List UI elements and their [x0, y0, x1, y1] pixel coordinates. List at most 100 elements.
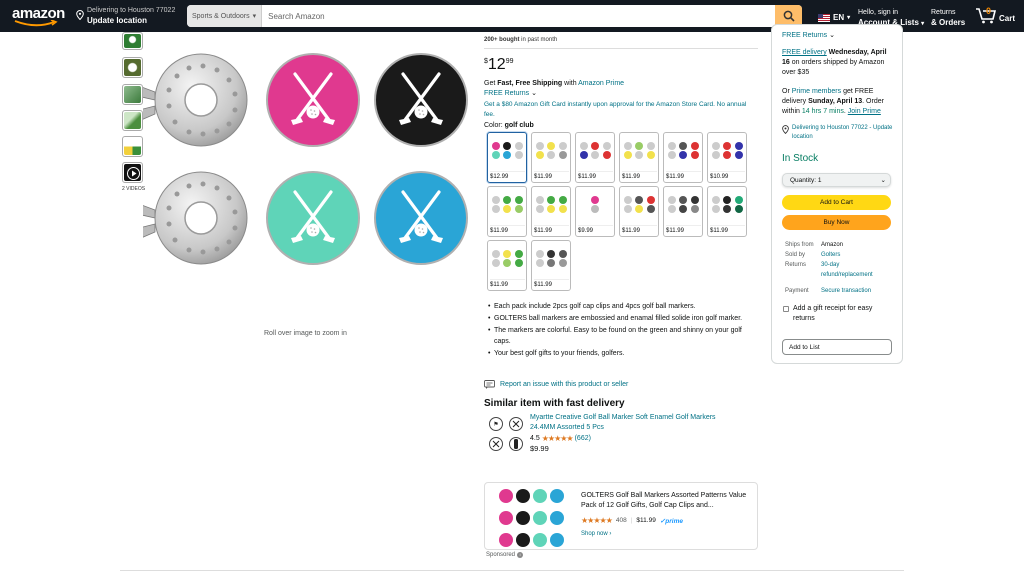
returns-orders[interactable]: Returns & Orders [931, 8, 965, 28]
caret-down-icon: ▾ [847, 15, 851, 21]
sponsored-title[interactable]: GOLTERS Golf Ball Markers Assorted Patte… [581, 491, 751, 511]
shop-now-link[interactable]: Shop now › [581, 531, 751, 537]
swatch-image [491, 245, 524, 271]
color-swatch[interactable]: $11.99 [487, 186, 527, 237]
star-rating-icon: ★★★★★ [581, 516, 613, 525]
cart-button[interactable]: 0 Cart [975, 6, 1015, 24]
payment-link[interactable]: Secure transaction [821, 286, 889, 296]
deliver-to-link[interactable]: Delivering to Houston 77022 - Update loc… [782, 124, 894, 142]
language-label: EN [833, 13, 845, 22]
deliver-line2: Update location [87, 16, 148, 25]
sponsored-label: Sponsored i [486, 552, 524, 558]
bought-count: 200+ bought in past month [484, 37, 558, 43]
color-swatch[interactable]: $11.99 [663, 132, 703, 183]
feature-bullet: GOLTERS ball markers are embossied and e… [488, 313, 753, 324]
free-delivery-text: FREE delivery Wednesday, April 16 on ord… [782, 49, 887, 76]
color-swatch[interactable]: $10.99 [707, 132, 747, 183]
orders-line2: & Orders [931, 18, 966, 27]
search-bar: Sports & Outdoors ▾ [187, 5, 802, 27]
search-input[interactable] [262, 5, 775, 27]
us-flag-icon [818, 13, 830, 22]
quantity-select[interactable]: Quantity: 1 ⌄ [782, 173, 891, 187]
color-swatch[interactable]: $11.99 [619, 132, 659, 183]
thumbnail-4[interactable] [122, 110, 143, 131]
prime-members-link[interactable]: Prime members [792, 88, 841, 95]
swatch-image [667, 137, 700, 163]
info-icon[interactable]: i [517, 552, 524, 558]
gift-receipt-checkbox[interactable] [783, 306, 789, 312]
color-swatches: $12.99 $11.99 $11.99 $11.99 $11.99 $10.99 $11.… [487, 132, 747, 291]
similar-price: $9.99 [530, 444, 549, 453]
similar-rating[interactable]: 4.5 ★★★★★ (662) [530, 434, 740, 443]
color-swatch[interactable]: $11.99 [531, 240, 571, 291]
buybox-free-returns[interactable]: FREE Returns ⌄ [782, 31, 835, 41]
color-swatch[interactable]: $11.99 [487, 240, 527, 291]
returns-policy-link[interactable]: 30-day refund/replacement [821, 260, 889, 280]
sponsored-product-card[interactable]: GOLTERS Golf Ball Markers Assorted Patte… [484, 482, 758, 550]
swatch-image [491, 191, 524, 217]
swatch-image [623, 137, 656, 163]
store-card-promo-link[interactable]: Get a $80 Amazon Gift Card instantly upo… [484, 100, 754, 120]
swatch-image [491, 137, 524, 163]
product-main-image[interactable] [143, 48, 473, 268]
video-thumbnail[interactable] [122, 162, 143, 183]
similar-review-count: (662) [574, 435, 591, 442]
color-swatch[interactable]: $11.99 [707, 186, 747, 237]
feature-bullet: Your best golf gifts to your friends, go… [488, 348, 753, 359]
star-rating-icon: ★★★★★ [541, 434, 574, 443]
deliver-to[interactable]: Delivering to Houston 77022 Update locat… [76, 7, 186, 26]
swatch-image [535, 191, 568, 217]
similar-product-title[interactable]: Myartte Creative Golf Ball Marker Soft E… [530, 413, 740, 433]
ball-marker-mint [266, 171, 360, 265]
thumbnail-2[interactable] [122, 57, 143, 78]
search-category-select[interactable]: Sports & Outdoors ▾ [187, 5, 263, 27]
price: $ 12 99 [484, 56, 514, 74]
divider [120, 570, 904, 571]
search-category-label: Sports & Outdoors [192, 12, 250, 20]
color-swatch[interactable]: $11.99 [663, 186, 703, 237]
feature-bullet: Each pack include 2pcs golf cap clips an… [488, 301, 753, 312]
color-swatch[interactable]: $11.99 [531, 132, 571, 183]
color-swatch[interactable]: $9.99 [575, 186, 615, 237]
swatch-image [535, 137, 568, 163]
orders-line1: Returns [931, 9, 956, 16]
sponsored-product-image[interactable] [499, 487, 569, 547]
swatch-image [579, 137, 612, 163]
swatch-price: $11.99 [622, 171, 657, 180]
swatch-price: $11.99 [534, 279, 569, 288]
thumbnail-1[interactable] [122, 32, 143, 50]
free-delivery-link[interactable]: FREE delivery [782, 49, 827, 56]
language-selector[interactable]: EN ▾ [818, 13, 850, 22]
swatch-image [623, 191, 656, 217]
gift-receipt-label: Add a gift receipt for easy returns [793, 305, 873, 322]
color-swatch[interactable]: $11.99 [619, 186, 659, 237]
free-returns-link[interactable]: FREE Returns ⌄ [484, 89, 537, 98]
sponsored-price: $11.99 [636, 517, 656, 524]
buy-now-button[interactable]: Buy Now [782, 215, 891, 230]
divider [484, 48, 758, 49]
thumbnail-5[interactable] [122, 136, 143, 157]
add-to-list-button[interactable]: Add to List [782, 339, 892, 355]
color-swatch[interactable]: $11.99 [575, 132, 615, 183]
feature-bullet: The markers are colorful. Easy to be fou… [488, 325, 753, 347]
color-swatch[interactable]: $12.99 [487, 132, 527, 183]
amazon-logo[interactable]: amazon [12, 6, 66, 28]
report-issue-link[interactable]: Report an issue with this product or sel… [484, 380, 628, 389]
gift-receipt-option[interactable]: Add a gift receipt for easy returns [783, 304, 893, 324]
svg-text:⚑: ⚑ [493, 421, 498, 428]
add-to-cart-button[interactable]: Add to Cart [782, 195, 891, 210]
swatch-image [667, 191, 700, 217]
quantity-label: Quantity: 1 [790, 176, 822, 184]
prime-badge: ✓prime [659, 517, 683, 525]
swatch-image [711, 191, 744, 217]
videos-count: 2 VIDEOS [122, 186, 146, 192]
thumbnail-3[interactable] [122, 84, 143, 105]
color-swatch[interactable]: $11.99 [531, 186, 571, 237]
in-stock-status: In Stock [782, 153, 819, 164]
sold-by-link[interactable]: Golters [821, 250, 889, 260]
caret-down-icon: ▾ [252, 13, 257, 20]
amazon-prime-link[interactable]: Amazon Prime [578, 80, 624, 87]
search-icon [783, 10, 795, 22]
join-prime-link[interactable]: Join Prime [848, 108, 881, 115]
similar-product-image[interactable]: ⚑ [486, 414, 526, 454]
